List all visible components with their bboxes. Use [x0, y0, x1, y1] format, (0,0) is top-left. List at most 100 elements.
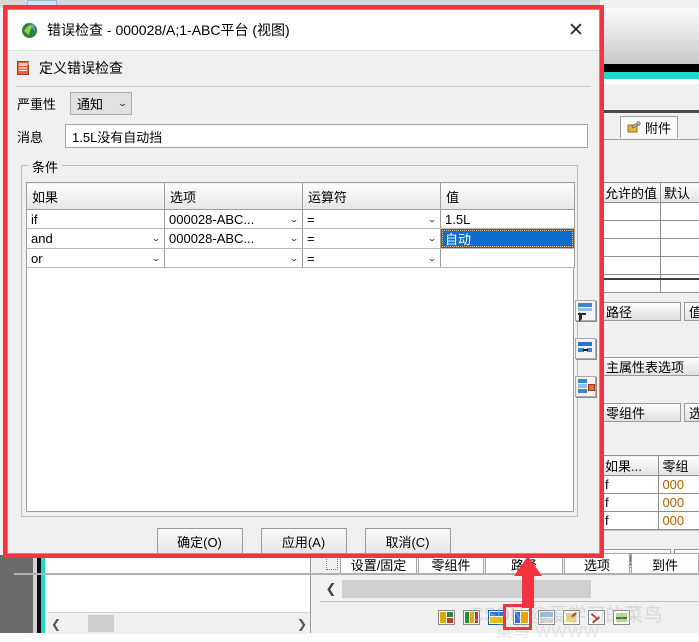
- measure-icon[interactable]: [613, 610, 630, 625]
- apply-button[interactable]: 应用(A): [261, 528, 347, 554]
- table-row[interactable]: [602, 239, 699, 257]
- tab-options-label: 选项: [584, 555, 610, 574]
- col-if[interactable]: 如果: [27, 183, 165, 210]
- cell[interactable]: [661, 257, 699, 275]
- cell-if[interactable]: f: [602, 512, 659, 530]
- cell-option[interactable]: ⌄: [165, 249, 303, 268]
- tab-parts[interactable]: 零组件: [418, 553, 484, 575]
- edit-pencil-icon[interactable]: [563, 610, 580, 625]
- chevron-down-icon[interactable]: ⌄: [282, 215, 302, 224]
- dialog-titlebar[interactable]: 错误检查 - 000028/A;1-ABC平台 (视图) ✕: [8, 10, 599, 50]
- cell-option[interactable]: 000028-ABC...⌄: [165, 210, 303, 229]
- cell[interactable]: [661, 221, 699, 239]
- chevron-down-icon[interactable]: ⌄: [420, 234, 440, 243]
- chevron-down-icon[interactable]: ⌄: [282, 234, 302, 243]
- horizontal-scrollbar[interactable]: ❮ ❯: [48, 612, 310, 634]
- tab-options[interactable]: 选项: [564, 553, 630, 575]
- severity-select[interactable]: 通知 ⌄: [70, 92, 132, 115]
- chevron-down-icon[interactable]: ⌄: [282, 254, 302, 263]
- cell-if[interactable]: if: [27, 210, 165, 229]
- tab-settings-fixed[interactable]: 设置/固定: [340, 553, 417, 575]
- chevron-down-icon[interactable]: ⌄: [144, 234, 164, 243]
- ok-button-label: 确定(O): [177, 532, 222, 551]
- cell-if[interactable]: and⌄: [27, 229, 165, 249]
- dark-divider: [600, 110, 699, 113]
- table-header-row: 如果... 零组: [602, 456, 699, 476]
- nav-prev-button[interactable]: ❮: [323, 578, 339, 600]
- scrollbar-thumb[interactable]: [88, 615, 114, 632]
- cell-part[interactable]: 000: [659, 494, 699, 512]
- dialog-title: 错误检查 - 000028/A;1-ABC平台 (视图): [47, 20, 290, 40]
- insert-row-button[interactable]: [575, 338, 596, 359]
- table-row[interactable]: f 000: [602, 476, 699, 494]
- view-table-icon[interactable]: [513, 610, 530, 625]
- cell-value[interactable]: [441, 249, 575, 268]
- cell-value-text: 自动: [445, 229, 574, 248]
- tab-underline: [14, 573, 699, 575]
- tab-to-part[interactable]: 到件: [631, 553, 699, 575]
- table-header-row: 允许的值 默认: [602, 183, 699, 203]
- table-row[interactable]: [602, 257, 699, 275]
- tab-attachment[interactable]: 附件: [620, 116, 678, 138]
- cell[interactable]: [661, 203, 699, 221]
- cell-operator[interactable]: =⌄: [303, 210, 441, 229]
- cancel-button[interactable]: 取消(C): [365, 528, 451, 554]
- bottom-icon-toolbar: [438, 604, 699, 630]
- table-row[interactable]: f 000: [602, 512, 699, 530]
- ok-button[interactable]: 确定(O): [157, 528, 243, 554]
- cell-operator[interactable]: =⌄: [303, 229, 441, 249]
- col-option[interactable]: 选项: [165, 183, 303, 210]
- message-value: 1.5L没有自动挡: [72, 127, 162, 146]
- col-value[interactable]: 值: [441, 183, 575, 210]
- close-icon[interactable]: ✕: [553, 10, 599, 50]
- cell[interactable]: [602, 203, 661, 221]
- delete-x-icon[interactable]: [588, 610, 605, 625]
- view-selected-icon[interactable]: [488, 610, 505, 625]
- cell-value-selected[interactable]: 自动: [441, 229, 575, 249]
- conditions-empty-area[interactable]: [26, 268, 574, 512]
- chevron-down-icon[interactable]: ⌄: [420, 254, 440, 263]
- view-grid-icon[interactable]: [538, 610, 555, 625]
- table-row[interactable]: f 000: [602, 494, 699, 512]
- view-sheet-icon[interactable]: [438, 610, 455, 625]
- chevron-down-icon[interactable]: ⌄: [420, 215, 440, 224]
- cell-if[interactable]: or⌄: [27, 249, 165, 268]
- cell-if[interactable]: f: [602, 494, 659, 512]
- table-row[interactable]: [602, 221, 699, 239]
- severity-label: 严重性: [17, 94, 70, 113]
- cell-if[interactable]: f: [602, 476, 659, 494]
- background-tab-ghost[interactable]: [27, 0, 57, 7]
- group-header-options[interactable]: 选项: [684, 403, 699, 422]
- cell-part[interactable]: 000: [659, 476, 699, 494]
- group-header-path[interactable]: 路径: [601, 302, 681, 321]
- tab-main-attribute-options[interactable]: 主属性表选项: [601, 357, 699, 376]
- horizontal-splitter[interactable]: [601, 278, 699, 280]
- cell-if-text: and: [31, 231, 148, 246]
- section-separator: [16, 86, 591, 87]
- group-header-valuetype[interactable]: 值类: [684, 302, 699, 321]
- insert-row-above-button[interactable]: [575, 300, 596, 321]
- error-check-dialog: 错误检查 - 000028/A;1-ABC平台 (视图) ✕ × 定义错误检查 …: [7, 9, 600, 554]
- cell[interactable]: [602, 239, 661, 257]
- message-input[interactable]: 1.5L没有自动挡: [65, 124, 588, 148]
- cell-operator[interactable]: =⌄: [303, 249, 441, 268]
- conditions-side-toolbar: [575, 300, 599, 398]
- cell[interactable]: [602, 257, 661, 275]
- annotation-arrow: [513, 556, 543, 608]
- cell-value[interactable]: 1.5L: [441, 210, 575, 229]
- table-row[interactable]: [602, 203, 699, 221]
- cell[interactable]: [661, 239, 699, 257]
- cell[interactable]: [602, 221, 661, 239]
- horizontal-splitter-2[interactable]: [601, 530, 699, 531]
- col-operator[interactable]: 运算符: [303, 183, 441, 210]
- group-header-parts[interactable]: 零组件: [601, 403, 681, 422]
- cell-part[interactable]: 000: [659, 512, 699, 530]
- nav-progress-bar[interactable]: [342, 580, 591, 598]
- scroll-right-arrow[interactable]: ❯: [294, 617, 310, 631]
- delete-row-button[interactable]: [575, 376, 596, 397]
- chevron-down-icon[interactable]: ⌄: [144, 254, 164, 263]
- scroll-left-arrow[interactable]: ❮: [48, 617, 64, 631]
- cell-option[interactable]: 000028-ABC...⌄: [165, 229, 303, 249]
- tab-overflow-handle[interactable]: [326, 555, 338, 570]
- view-columns-icon[interactable]: [463, 610, 480, 625]
